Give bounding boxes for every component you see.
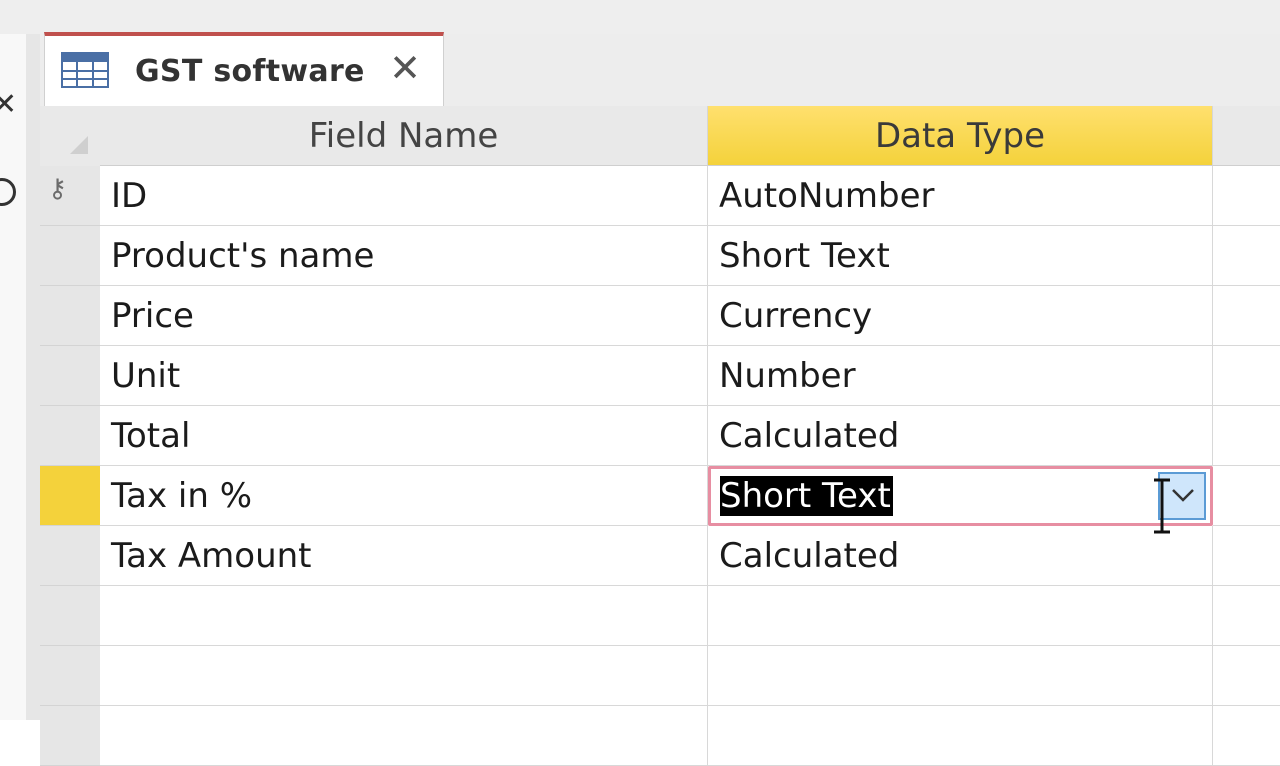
row-selector[interactable]: ⚷	[40, 166, 100, 226]
field-name-cell[interactable]	[100, 586, 708, 646]
field-name-cell[interactable]: ID	[100, 166, 708, 226]
field-name-cell[interactable]: Total	[100, 406, 708, 466]
row-selector[interactable]	[40, 706, 100, 766]
header-field-name[interactable]: Field Name	[100, 106, 708, 166]
design-grid: Field Name Data Type ⚷ ID AutoNumber Produc…	[40, 106, 1280, 766]
description-cell[interactable]	[1213, 526, 1280, 586]
select-all-corner[interactable]	[40, 106, 101, 166]
description-cell[interactable]	[1213, 466, 1280, 526]
row-selector[interactable]	[40, 346, 100, 406]
data-type-cell[interactable]	[708, 706, 1213, 766]
description-cell[interactable]	[1213, 646, 1280, 706]
tab-gst-software[interactable]: GST software ✕	[44, 32, 444, 108]
splitter[interactable]	[26, 34, 40, 720]
ribbon-strip	[0, 0, 1280, 34]
text-cursor-icon	[1154, 478, 1170, 534]
description-cell[interactable]	[1213, 226, 1280, 286]
data-type-cell[interactable]	[708, 586, 1213, 646]
search-icon[interactable]	[0, 178, 16, 206]
close-nav-icon[interactable]: ✕	[0, 90, 17, 120]
row-selector[interactable]	[40, 226, 100, 286]
description-cell[interactable]	[1213, 166, 1280, 226]
data-type-cell[interactable]: Number	[708, 346, 1213, 406]
field-name-cell[interactable]	[100, 706, 708, 766]
field-name-cell[interactable]: Product's name	[100, 226, 708, 286]
data-type-combobox[interactable]: Short Text	[708, 466, 1213, 526]
primary-key-icon: ⚷	[48, 174, 68, 204]
data-type-cell[interactable]: Calculated	[708, 406, 1213, 466]
close-icon[interactable]: ✕	[385, 48, 425, 88]
description-cell[interactable]	[1213, 286, 1280, 346]
field-name-cell[interactable]: Price	[100, 286, 708, 346]
row-selector[interactable]	[40, 466, 100, 526]
row-selector[interactable]	[40, 586, 100, 646]
description-cell[interactable]	[1213, 706, 1280, 766]
data-type-cell[interactable]: Short Text	[708, 226, 1213, 286]
row-selector[interactable]	[40, 406, 100, 466]
row-selector[interactable]	[40, 286, 100, 346]
data-type-cell[interactable]	[708, 646, 1213, 706]
description-cell[interactable]	[1213, 406, 1280, 466]
row-selector[interactable]	[40, 646, 100, 706]
header-extra	[1213, 106, 1280, 166]
field-name-cell[interactable]: Tax in %	[100, 466, 708, 526]
description-cell[interactable]	[1213, 346, 1280, 406]
navigation-pane-edge[interactable]: ✕	[0, 34, 27, 720]
data-type-cell[interactable]: Calculated	[708, 526, 1213, 586]
header-data-type[interactable]: Data Type	[708, 106, 1213, 166]
selected-text: Short Text	[720, 476, 893, 516]
field-name-cell[interactable]: Unit	[100, 346, 708, 406]
data-type-cell[interactable]: Currency	[708, 286, 1213, 346]
field-name-cell[interactable]	[100, 646, 708, 706]
tab-title: GST software	[135, 54, 365, 89]
description-cell[interactable]	[1213, 586, 1280, 646]
row-selector[interactable]	[40, 526, 100, 586]
field-name-cell[interactable]: Tax Amount	[100, 526, 708, 586]
data-type-cell[interactable]: AutoNumber	[708, 166, 1213, 226]
table-icon	[61, 52, 109, 88]
